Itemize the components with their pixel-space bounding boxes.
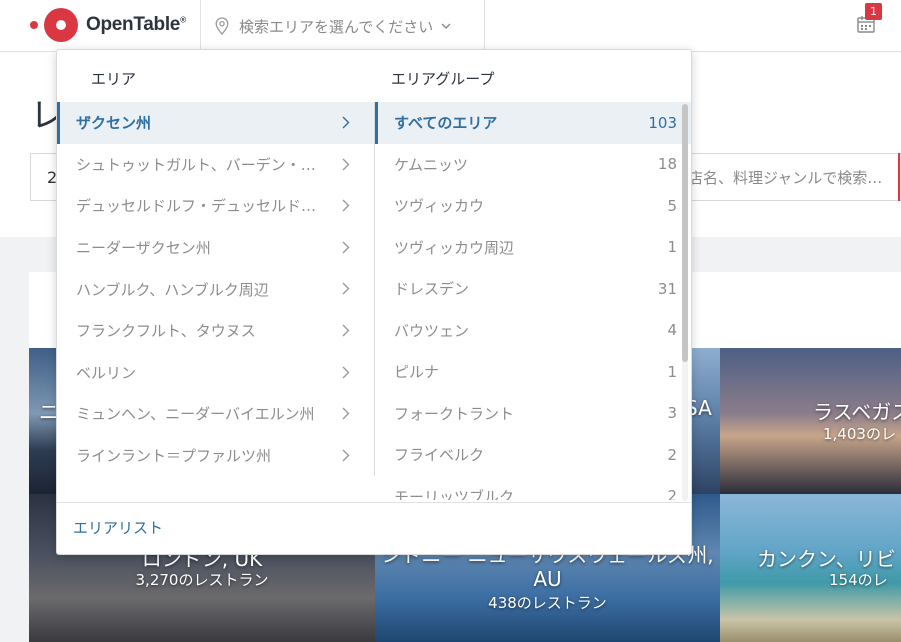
chevron-right-icon	[342, 199, 350, 212]
group-item-count: 31	[657, 279, 677, 298]
area-group-list[interactable]: すべてのエリア 103 ケムニッツ 18 ツヴィッカウ 5 ツヴィッカウ周辺 1…	[375, 102, 691, 500]
area-item-label: ラインラント＝プファルツ州	[76, 447, 272, 466]
area-list-link[interactable]: エリアリスト	[73, 517, 163, 538]
header-divider	[484, 0, 485, 52]
group-item-label: ドレスデン	[394, 280, 470, 299]
chevron-right-icon	[342, 407, 350, 420]
area-item[interactable]: ハンブルク、ハンブルク周辺	[57, 268, 374, 310]
top-header: OpenTable® 検索エリアを選んでください 1	[0, 0, 901, 52]
group-item-label: ピルナ	[394, 363, 440, 382]
city-tile[interactable]: ラスベガス 1,403のレ	[720, 348, 901, 494]
group-item-count: 103	[648, 113, 677, 132]
group-item-label: バウツェン	[394, 321, 470, 340]
group-item[interactable]: ツヴィッカウ周辺 1	[375, 227, 691, 269]
area-item[interactable]: シュトゥットガルト、バーデン・ヴュルテンベルク州	[57, 144, 374, 186]
area-item[interactable]: ニーダーザクセン州	[57, 227, 374, 269]
city-name: カンクン、リビ	[757, 547, 896, 571]
search-button-edge[interactable]	[898, 153, 900, 201]
group-item-label: ケムニッツ	[394, 155, 468, 174]
group-item[interactable]: ドレスデン 31	[375, 268, 691, 310]
group-item-label: モーリッツブルク	[394, 487, 515, 500]
search-input[interactable]: 店名、料理ジャンルで検索…	[688, 167, 882, 188]
area-item-label: デュッセルドルフ・デュッセルドルフ周辺	[76, 197, 330, 216]
group-item[interactable]: ツヴィッカウ 5	[375, 185, 691, 227]
area-list: ザクセン州 シュトゥットガルト、バーデン・ヴュルテンベルク州 デュッセルドルフ・…	[57, 102, 374, 476]
area-item[interactable]: デュッセルドルフ・デュッセルドルフ周辺	[57, 185, 374, 227]
area-item-label: シュトゥットガルト、バーデン・ヴュルテンベルク州	[76, 155, 330, 174]
groups-column-header: エリアグループ	[391, 70, 495, 88]
group-item-label: フライベルク	[394, 446, 485, 465]
chevron-right-icon	[342, 241, 350, 254]
area-picker[interactable]: 検索エリアを選んでください	[215, 0, 451, 52]
restaurant-count: 438のレストラン	[488, 594, 607, 612]
header-divider	[200, 0, 201, 52]
area-item-label: ミュンヘン、ニーダーバイエルン州	[76, 405, 315, 424]
group-item-label: フォークトラント	[394, 404, 515, 423]
area-item-label: ザクセン州	[76, 114, 152, 133]
chevron-right-icon	[342, 366, 350, 379]
chevron-right-icon	[342, 282, 350, 295]
scrollbar-thumb[interactable]	[682, 104, 688, 362]
divider	[57, 502, 691, 503]
group-item-count: 1	[667, 238, 677, 257]
group-item-count: 3	[667, 404, 677, 423]
restaurant-count: 1,403のレ	[823, 425, 896, 443]
area-item[interactable]: ザクセン州	[57, 102, 374, 144]
group-item[interactable]: フォークトラント 3	[375, 393, 691, 435]
logo-icon	[44, 8, 78, 42]
group-item-count: 1	[667, 362, 677, 381]
area-item[interactable]: ラインラント＝プファルツ州	[57, 435, 374, 477]
group-item-count: 2	[667, 445, 677, 464]
group-item[interactable]: バウツェン 4	[375, 310, 691, 352]
group-item[interactable]: すべてのエリア 103	[375, 102, 691, 144]
group-item-count: 4	[667, 321, 677, 340]
chevron-right-icon	[342, 158, 350, 171]
city-tile[interactable]: カンクン、リビ 154のレ	[720, 494, 901, 642]
group-item[interactable]: フライベルク 2	[375, 434, 691, 476]
area-picker-label: 検索エリアを選んでください	[239, 17, 434, 36]
logo-text: OpenTable®	[86, 14, 186, 35]
location-pin-icon	[215, 17, 229, 35]
area-item-label: ニーダーザクセン州	[76, 239, 211, 258]
logo-dot	[30, 21, 38, 29]
group-item[interactable]: ケムニッツ 18	[375, 144, 691, 186]
group-item-count: 2	[667, 487, 677, 500]
group-item-label: すべてのエリア	[394, 114, 498, 133]
area-item-label: ベルリン	[76, 363, 137, 382]
group-item[interactable]: モーリッツブルク 2	[375, 476, 691, 500]
city-name: ラスベガス	[813, 400, 901, 424]
group-item-count: 18	[657, 155, 677, 174]
chevron-right-icon	[342, 116, 350, 129]
area-item[interactable]: フランクフルト、タウヌス	[57, 310, 374, 352]
chevron-down-icon	[441, 23, 451, 29]
chevron-right-icon	[342, 324, 350, 337]
group-item-label: ツヴィッカウ周辺	[394, 238, 515, 257]
group-item-count: 5	[667, 196, 677, 215]
restaurant-count: 154のレ	[829, 571, 888, 589]
chevron-right-icon	[342, 449, 350, 462]
areas-column-header: エリア	[91, 70, 137, 88]
restaurant-count: 3,270のレストラン	[135, 571, 269, 589]
area-item-label: ハンブルク、ハンブルク周辺	[76, 280, 269, 299]
group-item-label: ツヴィッカウ	[394, 197, 485, 216]
notification-badge[interactable]: 1	[865, 3, 882, 20]
area-item[interactable]: ベルリン	[57, 352, 374, 394]
group-item[interactable]: ピルナ 1	[375, 351, 691, 393]
area-item[interactable]: ミュンヘン、ニーダーバイエルン州	[57, 393, 374, 435]
opentable-logo[interactable]: OpenTable®	[30, 8, 186, 42]
area-item-label: フランクフルト、タウヌス	[76, 322, 256, 341]
area-dropdown: エリア エリアグループ ザクセン州 シュトゥットガルト、バーデン・ヴュルテンベル…	[56, 49, 692, 555]
